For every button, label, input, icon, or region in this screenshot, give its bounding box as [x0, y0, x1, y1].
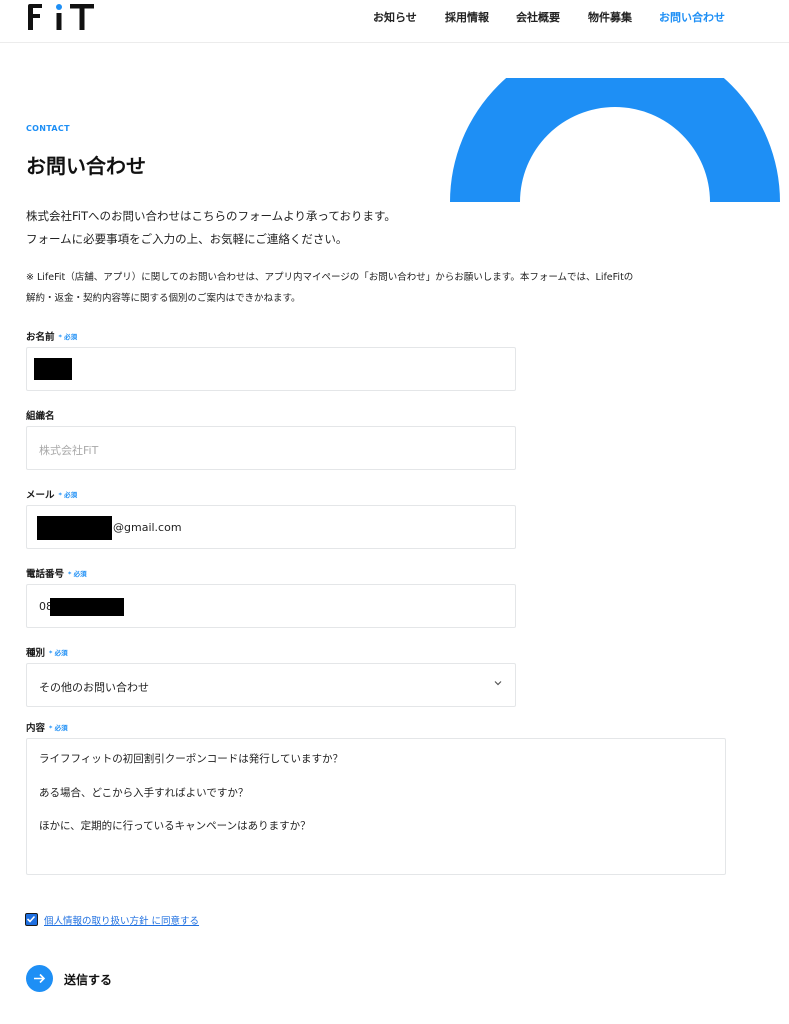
- intro-line: フォームに必要事項をご入力の上、お気軽にご連絡ください。: [26, 232, 348, 246]
- phone-label: 電話番号 * 必須: [26, 569, 87, 580]
- site-header: お知らせ 採用情報 会社概要 物件募集 お問い合わせ: [0, 0, 789, 43]
- nav-item-news[interactable]: お知らせ: [373, 9, 417, 25]
- nav-item-property[interactable]: 物件募集: [588, 9, 632, 25]
- content-line: ライフフィットの初回割引クーポンコードは発行していますか？: [39, 753, 343, 765]
- content-label: 内容 * 必須: [26, 723, 68, 734]
- content-line: ある場合、どこから入手すればよいですか？: [39, 787, 249, 799]
- required-badge: * 必須: [49, 724, 68, 732]
- organization-field[interactable]: 株式会社FiT: [26, 426, 516, 470]
- phone-field[interactable]: 08: [26, 584, 516, 628]
- email-field[interactable]: @gmail.com: [26, 505, 516, 549]
- notice-line: ※ LifeFit（店舗、アプリ）に関してのお問い合わせは、アプリ内マイページの…: [26, 272, 634, 283]
- submit-icon-circle: [26, 965, 53, 992]
- submit-label: 送信する: [64, 973, 113, 987]
- category-selected-value: その他のお問い合わせ: [39, 681, 149, 694]
- nav-item-recruit[interactable]: 採用情報: [445, 9, 489, 25]
- category-label: 種別 * 必須: [26, 648, 68, 659]
- content-line: ほかに、定期的に行っているキャンペーンはありますか？: [39, 820, 311, 832]
- required-badge: * 必須: [49, 649, 68, 657]
- organization-label: 組織名: [26, 411, 55, 422]
- nav-item-contact[interactable]: お問い合わせ: [659, 9, 725, 25]
- organization-placeholder: 株式会社FiT: [39, 444, 99, 457]
- redacted-value: [34, 358, 72, 380]
- email-suffix: @gmail.com: [113, 521, 182, 534]
- intro-text: 株式会社FiTへのお問い合わせはこちらのフォームより承っております。 フォームに…: [26, 205, 506, 251]
- notice-line: 解約・返金・契約内容等に関する個別のご案内はできかねます。: [26, 293, 301, 304]
- redacted-value: [50, 598, 124, 616]
- category-select[interactable]: その他のお問い合わせ: [26, 663, 516, 707]
- check-icon: [26, 915, 36, 923]
- decorative-arc: [450, 78, 780, 202]
- intro-line: 株式会社FiTへのお問い合わせはこちらのフォームより承っております。: [26, 209, 396, 223]
- section-eyebrow: CONTACT: [26, 124, 70, 133]
- page-title: お問い合わせ: [26, 154, 146, 178]
- content-textarea[interactable]: ライフフィットの初回割引クーポンコードは発行していますか？ ある場合、どこから入…: [26, 738, 726, 875]
- required-badge: * 必須: [58, 333, 78, 341]
- name-field[interactable]: [26, 347, 516, 391]
- chevron-down-icon: [494, 681, 502, 686]
- required-badge: * 必須: [68, 570, 87, 578]
- contact-page: お知らせ 採用情報 会社概要 物件募集 お問い合わせ CONTACT お問い合わ…: [0, 0, 789, 1024]
- arrow-right-icon: [34, 973, 46, 984]
- email-label: メール * 必須: [26, 490, 78, 501]
- required-badge: * 必須: [58, 491, 78, 499]
- nav-item-company[interactable]: 会社概要: [516, 9, 560, 25]
- submit-button[interactable]: 送信する: [26, 965, 146, 993]
- name-label: お名前 * 必須: [26, 332, 78, 343]
- global-nav: お知らせ 採用情報 会社概要 物件募集 お問い合わせ: [0, 9, 789, 25]
- privacy-policy-link[interactable]: 個人情報の取り扱い方針 に同意する: [44, 913, 199, 927]
- notice-text: ※ LifeFit（店舗、アプリ）に関してのお問い合わせは、アプリ内マイページの…: [26, 267, 746, 309]
- consent-checkbox[interactable]: [25, 913, 38, 926]
- redacted-value: [37, 516, 112, 540]
